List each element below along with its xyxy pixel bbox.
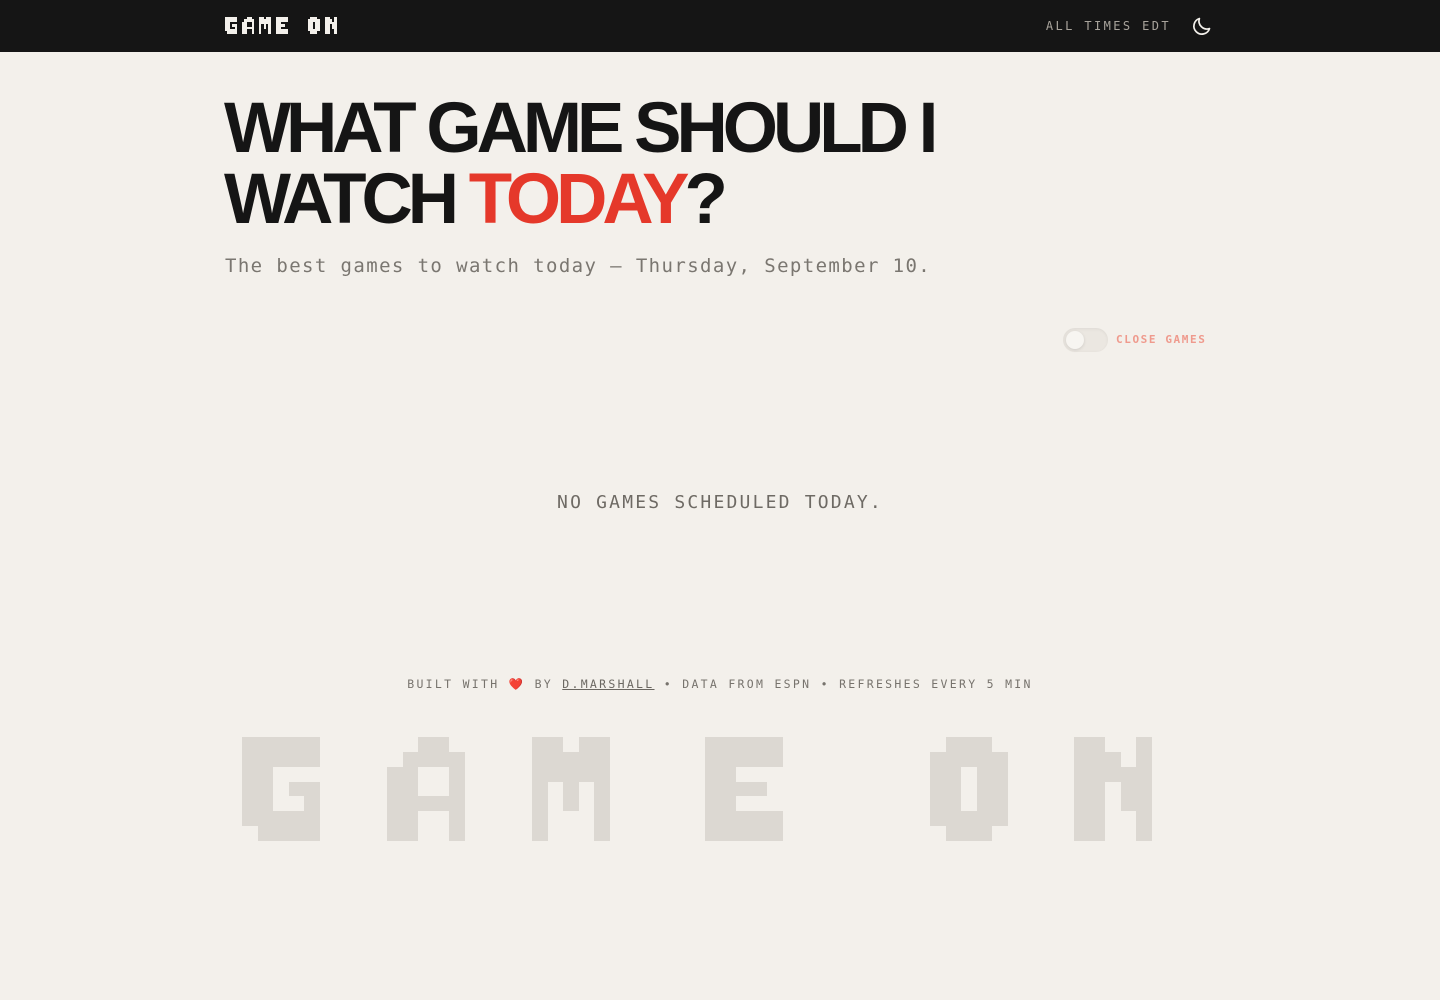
author-link[interactable]: D.MARSHALL	[562, 677, 654, 691]
page-title-line1: WHAT GAME SHOULD I	[224, 89, 938, 168]
footer: BUILT WITH ❤️ BY D.MARSHALL • DATA FROM …	[0, 676, 1440, 692]
theme-toggle-button[interactable]	[1190, 14, 1214, 38]
pixel-letter-g	[242, 737, 320, 842]
empty-state-message: NO GAMES SCHEDULED TODAY.	[557, 492, 883, 513]
pixel-letter-a	[241, 17, 254, 35]
footer-separator: •	[663, 677, 673, 691]
close-games-label[interactable]: CLOSE GAMES	[1116, 333, 1206, 347]
pixel-letter-o	[307, 17, 320, 35]
footer-data-source: DATA FROM ESPN	[682, 677, 812, 691]
pixel-letter-n	[1074, 737, 1152, 842]
pixel-letter-m	[258, 17, 271, 35]
page-title-line2: WATCH	[224, 160, 469, 239]
pixel-letter-a	[387, 737, 465, 842]
toggle-knob	[1066, 331, 1084, 349]
pixel-letter-g	[225, 17, 237, 35]
top-nav-bar: ALL TIMES EDT	[0, 0, 1440, 52]
page-title: WHAT GAME SHOULD I WATCH TODAY?	[224, 93, 1124, 235]
timezone-label: ALL TIMES EDT	[1045, 19, 1171, 33]
heart-icon: ❤️	[508, 677, 526, 691]
page-subtitle: The best games to watch today – Thursday…	[225, 255, 932, 277]
pixel-letter-m	[532, 737, 610, 842]
page-title-end: ?	[684, 160, 727, 239]
close-games-toggle[interactable]	[1063, 328, 1108, 352]
footer-by: BY	[534, 677, 554, 691]
pixel-letter-o	[930, 737, 1008, 842]
footer-refresh-note: REFRESHES EVERY 5 MIN	[839, 677, 1033, 691]
footer-built-with: BUILT WITH	[407, 677, 500, 691]
page-title-accent: TODAY	[468, 160, 690, 239]
pixel-letter-n	[324, 17, 337, 35]
pixel-letter-e	[705, 737, 783, 842]
moon-icon	[1193, 17, 1211, 35]
footer-separator: •	[820, 677, 830, 691]
brand-logo[interactable]	[225, 17, 337, 35]
pixel-letter-e	[275, 17, 288, 35]
